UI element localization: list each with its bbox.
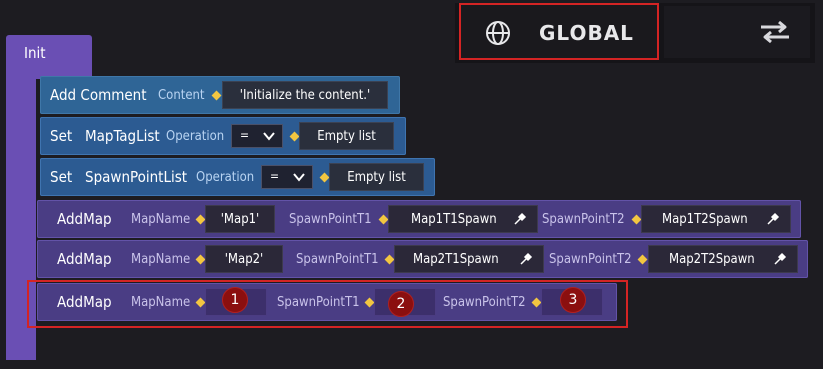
keyword: Set [50,168,73,186]
picker-icon[interactable] [766,212,780,226]
keyword: Set [50,127,73,145]
event-label: Init [24,44,46,62]
slot-value: Map1T1Spawn [411,211,497,227]
param-label: SpawnPointT1 [289,212,372,227]
param-label: MapName [131,252,191,267]
connector-dot [195,254,206,265]
target-variable: MapTagList [85,127,160,145]
target-variable: SpawnPointList [85,168,188,186]
connector-dot [384,254,395,265]
keyword: AddMap [57,250,112,268]
spawnpoint-t2-field[interactable]: Map2T2Spawn [648,245,798,273]
operator-select[interactable]: = [261,165,313,189]
picker-icon[interactable] [773,252,787,266]
chevron-down-icon [293,173,305,182]
spawnpoint-t1-field[interactable]: Map2T1Spawn [394,245,544,273]
mapname-input[interactable]: 'Map2' [205,245,283,273]
mapname-input[interactable]: 'Map1' [205,205,275,233]
connector-dot [195,214,206,225]
operator-value: = [270,169,280,183]
param-label: SpawnPointT2 [542,212,625,227]
slot-value: Map2T1Spawn [413,251,499,267]
scope-label: GLOBAL [539,21,634,45]
param-label: Operation [196,170,255,185]
add-comment-block[interactable]: Add Comment Content 'Initialize the cont… [40,76,400,114]
operator-value: = [240,128,250,142]
operator-select[interactable]: = [231,124,283,148]
value-input[interactable]: Empty list [329,163,424,191]
value-input[interactable]: Empty list [299,122,394,150]
param-label: SpawnPointT1 [296,252,379,267]
keyword: AddMap [57,210,112,228]
swap-arrows-icon[interactable] [757,18,793,46]
keyword: Add Comment [50,86,147,104]
connector-dot [631,214,642,225]
callout-badge-1: 1 [222,287,248,313]
addmap-block-map1[interactable]: AddMap MapName 'Map1' SpawnPointT1 Map1T… [37,200,801,238]
connector-dot [378,214,389,225]
param-label: MapName [131,212,191,227]
spawnpoint-t1-field[interactable]: Map1T1Spawn [388,205,538,233]
comment-input[interactable]: 'Initialize the content.' [222,81,388,109]
chevron-down-icon [263,132,275,141]
set-maptaglist-block[interactable]: Set MapTagList Operation = Empty list [40,117,406,155]
param-label: Operation [166,129,225,144]
picker-icon[interactable] [519,252,533,266]
scope-dropdown[interactable]: GLOBAL [459,3,659,60]
picker-icon[interactable] [513,212,527,226]
connector-dot [289,131,300,142]
param-label: SpawnPointT2 [549,252,632,267]
spawnpoint-t2-field[interactable]: Map1T2Spawn [641,205,791,233]
globe-icon [486,21,510,45]
connector-dot [211,90,222,101]
slot-value: Map2T2Spawn [669,251,755,267]
connector-dot [637,254,648,265]
callout-badge-2: 2 [388,291,414,317]
set-spawnpointlist-block[interactable]: Set SpawnPointList Operation = Empty lis… [40,158,435,196]
connector-dot [319,172,330,183]
callout-badge-3: 3 [560,287,586,313]
highlight-box [27,280,628,328]
slot-value: Map1T2Spawn [662,211,748,227]
addmap-block-map2[interactable]: AddMap MapName 'Map2' SpawnPointT1 Map2T… [37,240,808,278]
param-label: Content [158,88,205,103]
